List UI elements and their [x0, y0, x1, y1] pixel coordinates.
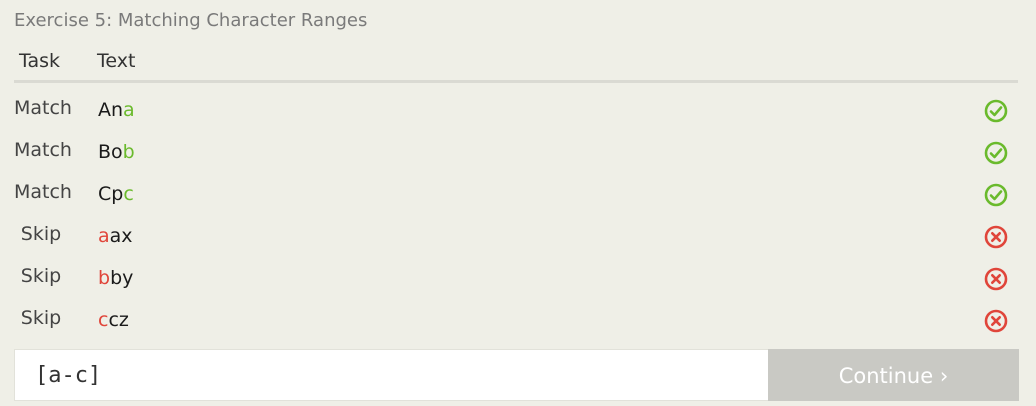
row-text: Ana — [98, 99, 135, 121]
text-highlight: b — [98, 267, 111, 289]
text-pre: An — [98, 99, 124, 121]
text-post: cz — [108, 309, 129, 331]
table-row: Match Cpc — [14, 179, 1018, 219]
answer-box: Continue › — [14, 349, 1019, 401]
row-text: Cpc — [98, 183, 134, 205]
table-header: Task Text — [14, 48, 1018, 83]
check-circle-icon — [984, 99, 1008, 123]
x-circle-icon — [984, 309, 1008, 333]
row-task: Skip — [20, 265, 62, 287]
header-task: Task — [19, 50, 61, 72]
header-text: Text — [97, 50, 136, 72]
row-task: Match — [14, 97, 72, 119]
x-circle-icon — [984, 225, 1008, 249]
check-circle-icon — [984, 141, 1008, 165]
row-text: bby — [98, 267, 133, 289]
table-row: Match Ana — [14, 95, 1018, 135]
x-circle-icon — [984, 267, 1008, 291]
row-task: Match — [14, 181, 72, 203]
exercise-page: Exercise 5: Matching Character Ranges Ta… — [0, 0, 1036, 406]
exercise-title: Exercise 5: Matching Character Ranges — [14, 10, 368, 31]
table-row: Skip bby — [14, 263, 1018, 303]
table-row: Skip ccz — [14, 305, 1018, 345]
text-highlight: c — [123, 183, 134, 205]
text-highlight: b — [122, 141, 135, 163]
row-text: ccz — [98, 309, 129, 331]
row-task: Skip — [20, 223, 62, 245]
table-row: Skip aax — [14, 221, 1018, 261]
row-text: aax — [98, 225, 133, 247]
table-row: Match Bob — [14, 137, 1018, 177]
row-task: Skip — [20, 307, 62, 329]
text-highlight: c — [98, 309, 109, 331]
text-post: by — [110, 267, 134, 289]
text-post: ax — [109, 225, 133, 247]
check-circle-icon — [984, 183, 1008, 207]
text-pre: Bo — [98, 141, 123, 163]
text-highlight: a — [123, 99, 135, 121]
row-text: Bob — [98, 141, 135, 163]
continue-button[interactable]: Continue › — [768, 349, 1019, 401]
text-pre: Cp — [98, 183, 124, 205]
regex-input[interactable] — [15, 350, 767, 400]
text-highlight: a — [98, 225, 110, 247]
row-task: Match — [14, 139, 72, 161]
